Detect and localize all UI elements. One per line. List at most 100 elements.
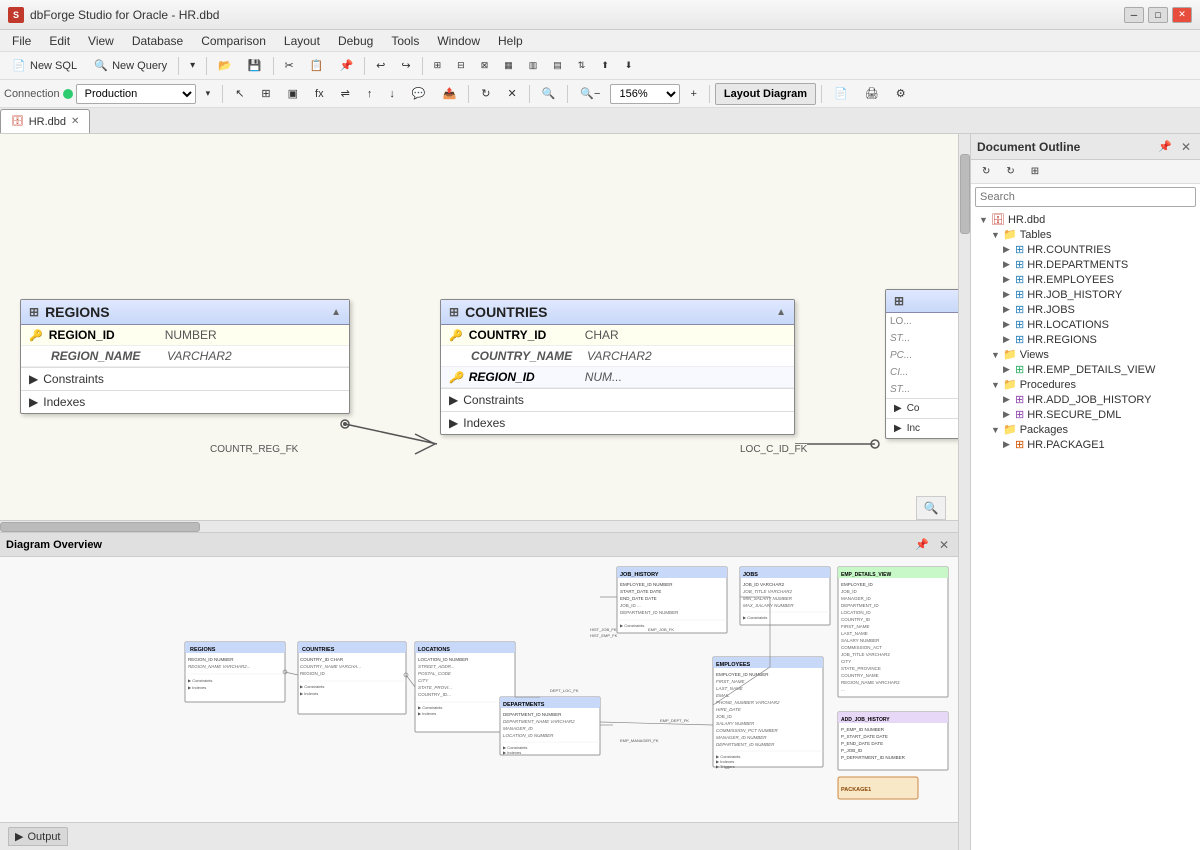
tb-extra6[interactable]: ▤ (546, 55, 569, 77)
outline-settings-btn[interactable]: ⊞ (1024, 161, 1046, 183)
tb-paste-btn[interactable]: 📌 (332, 55, 360, 77)
locations-partial-col[interactable]: ▶ Co (886, 398, 958, 418)
countries-constraints-section[interactable]: ▶ Constraints (441, 388, 794, 411)
regions-constraints-section[interactable]: ▶ Constraints (21, 367, 349, 390)
menu-comparison[interactable]: Comparison (193, 32, 274, 50)
tree-item-securedml[interactable]: ▶ ⊞ HR.SECURE_DML (973, 407, 1198, 422)
tb-undo-btn[interactable]: ↩ (369, 55, 392, 77)
locations-partial-inc[interactable]: ▶ Inc (886, 418, 958, 438)
tb-copy-btn[interactable]: 📋 (303, 55, 331, 77)
save-diagram-btn[interactable]: 📄 (827, 83, 855, 105)
tb-extra4[interactable]: ▦ (497, 55, 520, 77)
countries-indexes-section[interactable]: ▶ Indexes (441, 411, 794, 434)
tree-item-employees[interactable]: ▶ ⊞ HR.EMPLOYEES (973, 272, 1198, 287)
tb-extra2[interactable]: ⊟ (450, 55, 472, 77)
tab-close-icon[interactable]: ✕ (71, 116, 79, 127)
down-tool-btn[interactable]: ↓ (382, 83, 402, 105)
print-btn[interactable]: 🖨 (858, 83, 886, 105)
tb-dropdown-btn[interactable]: ▾ (183, 55, 202, 77)
canvas-area[interactable]: ⊞ REGIONS ▲ 🔑 REGION_ID NUMBER REGION_NA… (0, 134, 958, 520)
tree-views-group[interactable]: ▼ 📁 Views (973, 347, 1198, 362)
menu-tools[interactable]: Tools (383, 32, 427, 50)
hscroll-thumb[interactable] (0, 522, 200, 532)
regions-indexes-section[interactable]: ▶ Indexes (21, 390, 349, 413)
menu-view[interactable]: View (80, 32, 122, 50)
menu-help[interactable]: Help (490, 32, 531, 50)
app-title: dbForge Studio for Oracle - HR.dbd (30, 8, 219, 22)
tb-redo-btn[interactable]: ↪ (394, 55, 417, 77)
connection-select[interactable]: Production (76, 84, 196, 104)
tree-tables-group[interactable]: ▼ 📁 Tables (973, 227, 1198, 242)
formula-tool-btn[interactable]: fx (308, 83, 331, 105)
tree-item-countries[interactable]: ▶ ⊞ HR.COUNTRIES (973, 242, 1198, 257)
menu-debug[interactable]: Debug (330, 32, 381, 50)
tb-open-btn[interactable]: 📂 (211, 55, 239, 77)
tb-extra8[interactable]: ⬆ (594, 55, 616, 77)
tree-item-jobs[interactable]: ▶ ⊞ HR.JOBS (973, 302, 1198, 317)
tree-item-jobhistory[interactable]: ▶ ⊞ HR.JOB_HISTORY (973, 287, 1198, 302)
tree-item-addjobhistory[interactable]: ▶ ⊞ HR.ADD_JOB_HISTORY (973, 392, 1198, 407)
canvas-scrollbar[interactable] (0, 520, 958, 532)
tree-item-locations[interactable]: ▶ ⊞ HR.LOCATIONS (973, 317, 1198, 332)
settings-btn[interactable]: ⚙ (889, 83, 913, 105)
outline-expand-btn[interactable]: ↻ (999, 161, 1021, 183)
new-sql-button[interactable]: 📄 New SQL (4, 55, 84, 77)
tree-item-package1[interactable]: ▶ ⊞ HR.PACKAGE1 (973, 437, 1198, 452)
view-tool-btn[interactable]: ▣ (281, 83, 305, 105)
tree-root-hr-dbd[interactable]: ▼ 🗄 HR.dbd (973, 212, 1198, 227)
tb-extra7[interactable]: ⇅ (571, 55, 593, 77)
restore-button[interactable]: □ (1148, 7, 1168, 23)
find-btn[interactable]: 🔍 (535, 83, 563, 105)
tb-cut-btn[interactable]: ✂ (278, 55, 301, 77)
zoom-out-btn[interactable]: 🔍− (573, 83, 607, 105)
arrow-icon: ↑ (367, 88, 373, 100)
regions-collapse-arrow[interactable]: ▲ (331, 307, 341, 318)
menu-database[interactable]: Database (124, 32, 191, 50)
doc-outline-close-btn[interactable]: ✕ (1178, 140, 1194, 154)
tree-procedures-group[interactable]: ▼ 📁 Procedures (973, 377, 1198, 392)
tb-save-btn[interactable]: 💾 (241, 55, 269, 77)
minimize-button[interactable]: ─ (1124, 7, 1144, 23)
svg-text:JOB_ID ...: JOB_ID ... (620, 603, 641, 608)
outline-refresh-btn[interactable]: ↻ (975, 161, 997, 183)
arrow-tool-btn[interactable]: ↑ (360, 83, 380, 105)
tb-extra9[interactable]: ⬇ (618, 55, 640, 77)
table-tool-btn[interactable]: ⊞ (254, 83, 277, 105)
close-button[interactable]: ✕ (1172, 7, 1192, 23)
doc-outline-pin-btn[interactable]: 📌 (1155, 140, 1175, 154)
countries-collapse-arrow[interactable]: ▲ (776, 307, 786, 318)
output-label: Output (27, 831, 60, 843)
conn-dropdown-btn[interactable]: ▾ (199, 83, 218, 105)
tree-item-departments[interactable]: ▶ ⊞ HR.DEPARTMENTS (973, 257, 1198, 272)
overview-pin-btn[interactable]: 📌 (912, 538, 932, 552)
tab-hr-dbd[interactable]: 🗄 HR.dbd ✕ (0, 109, 90, 133)
overview-close-btn[interactable]: ✕ (936, 538, 952, 552)
locations-tree-label: HR.LOCATIONS (1027, 319, 1109, 331)
fk-tool-btn[interactable]: ⇌ (334, 83, 357, 105)
zoom-in-btn[interactable]: + (683, 83, 703, 105)
export-tool-btn[interactable]: 📤 (436, 83, 464, 105)
output-tab[interactable]: ▶ Output (8, 827, 68, 846)
svg-text:P_START_DATE DATE: P_START_DATE DATE (841, 734, 888, 739)
comment-tool-btn[interactable]: 💬 (405, 83, 433, 105)
new-query-button[interactable]: 🔍 New Query (86, 55, 174, 77)
tb-extra1[interactable]: ⊞ (427, 55, 449, 77)
canvas-find-btn[interactable]: 🔍 (916, 496, 946, 520)
doc-outline-search-input[interactable] (975, 187, 1196, 207)
menu-edit[interactable]: Edit (41, 32, 78, 50)
zoom-select[interactable]: 156% (610, 84, 680, 104)
menu-file[interactable]: File (4, 32, 39, 50)
vscrollbar[interactable] (958, 134, 970, 850)
vscroll-thumb[interactable] (960, 154, 970, 234)
layout-diagram-btn[interactable]: Layout Diagram (715, 83, 816, 105)
refresh-btn[interactable]: ↻ (474, 83, 497, 105)
tree-item-empdetails[interactable]: ▶ ⊞ HR.EMP_DETAILS_VIEW (973, 362, 1198, 377)
tree-item-regions[interactable]: ▶ ⊞ HR.REGIONS (973, 332, 1198, 347)
tb-extra5[interactable]: ▥ (522, 55, 545, 77)
tree-packages-group[interactable]: ▼ 📁 Packages (973, 422, 1198, 437)
menu-window[interactable]: Window (429, 32, 488, 50)
disconnect-btn[interactable]: ✕ (500, 83, 523, 105)
menu-layout[interactable]: Layout (276, 32, 328, 50)
select-tool-btn[interactable]: ↖ (228, 83, 251, 105)
tb-extra3[interactable]: ⊠ (474, 55, 496, 77)
